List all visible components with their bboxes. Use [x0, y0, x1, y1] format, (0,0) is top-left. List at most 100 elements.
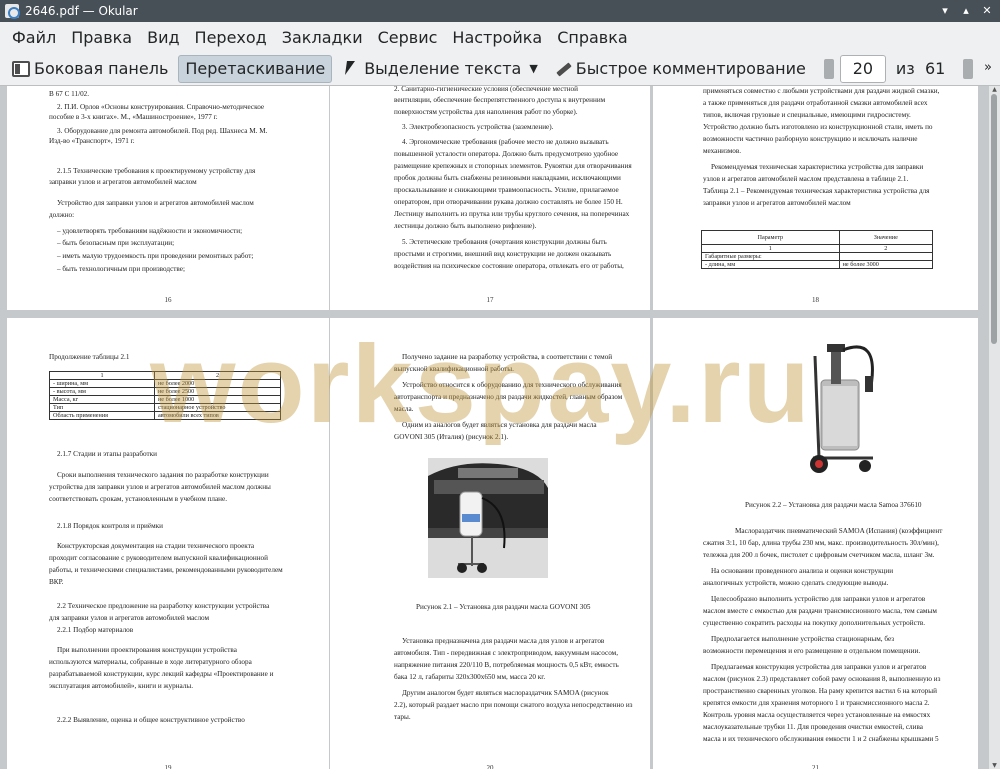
- figure-caption: Рисунок 2.2 – Установка для раздачи масл…: [745, 501, 922, 509]
- document-viewport[interactable]: В 67 С 11/02. 2. П.И. Орлов «Основы конс…: [0, 86, 1000, 769]
- page-number: 17: [486, 296, 494, 304]
- cursor-icon: [342, 61, 360, 77]
- page-text: Устройство для заправки узлов и агрегато…: [57, 199, 254, 207]
- page-text: 3. Оборудование для ремонта автомобилей.…: [57, 127, 268, 135]
- page-text: При выполнении проектирования конструкци…: [57, 646, 237, 654]
- sidebar-toggle-label: Боковая панель: [34, 59, 169, 78]
- browse-tool-label: Перетаскивание: [185, 59, 326, 78]
- table-cell: не более 1000: [153, 395, 282, 404]
- table-row: Масса, кг не более 1000: [49, 395, 282, 404]
- page-text: сжатия 3:1, 10 бар, длина трубы 230 мм, …: [703, 539, 939, 547]
- table-row: Область применения автомобили всех типов: [49, 411, 282, 420]
- table-cell: Значение: [838, 230, 934, 245]
- page-text: разрабатываемой конструкции, курс лекций…: [49, 670, 274, 678]
- page-text: 2.2 Техническое предложение на разработк…: [57, 602, 270, 610]
- page-number: 21: [812, 764, 819, 769]
- page-text: Изд-во «Транспорт», 1971 г.: [49, 137, 135, 145]
- page-text: Устройство должно быть изготовлено из ко…: [703, 123, 933, 131]
- page-text: Предлагаемая конструкция устройства для …: [711, 663, 927, 671]
- page-text: Целесообразно выполнить устройство для з…: [711, 595, 926, 603]
- page-text: простыми и строгими, внешний вид констру…: [394, 250, 612, 258]
- browse-tool-button[interactable]: Перетаскивание: [178, 54, 333, 83]
- menu-settings[interactable]: Настройка: [446, 28, 548, 47]
- menu-bookmarks[interactable]: Закладки: [276, 28, 369, 47]
- page-text: Контроль уровня масла осуществляется чер…: [703, 711, 931, 719]
- page-text: возможности частично разборную конструкц…: [703, 135, 918, 143]
- page-text: 2.2.2 Выявление, оценка и общее конструк…: [57, 716, 245, 724]
- page-number: 18: [812, 296, 819, 304]
- title-bar: 2646.pdf — Okular ▾ ▴ ✕: [0, 0, 1000, 22]
- page-text: 3. Электробезопасность устройства (зазем…: [402, 123, 554, 131]
- vertical-scrollbar[interactable]: ▲ ▼: [989, 86, 1000, 769]
- table-cell: - ширина, мм: [49, 379, 155, 388]
- table-cell: 2: [153, 371, 282, 380]
- page-text: заправки узлов и агрегатов автомобилей м…: [703, 199, 851, 207]
- page-text: эксплуатация автомобилей», книги и журна…: [49, 682, 193, 690]
- page-text: типов, включая грузовые и специальные, и…: [703, 111, 911, 119]
- page-text: тележка для 200 л бочек, пистолет с цифр…: [703, 551, 935, 559]
- page-text: размещение крепежных и стопорных элемент…: [394, 162, 632, 170]
- text-selection-tool-button[interactable]: Выделение текста ▼: [336, 55, 544, 83]
- page-text: проскальзывание и снижающими травмоопасн…: [394, 186, 619, 194]
- page-text: Таблица 2.1 – Рекомендуемая техническая …: [703, 187, 930, 195]
- menu-tools[interactable]: Сервис: [372, 28, 444, 47]
- page-number: 16: [164, 296, 172, 304]
- table-row: 12: [701, 244, 934, 253]
- minimize-icon[interactable]: ▾: [936, 2, 954, 20]
- spec-table-continued: 12 - ширина, мм не более 2000 - высота, м…: [49, 371, 282, 420]
- page-text: оператором, при отворачивании рукава дол…: [394, 198, 623, 206]
- table-continuation-title: Продолжение таблицы 2.1: [49, 353, 130, 361]
- toolbar-overflow-icon[interactable]: »: [984, 60, 992, 75]
- sidebar-icon: [12, 60, 30, 77]
- menu-file[interactable]: Файл: [6, 28, 62, 47]
- scroll-down-icon[interactable]: ▼: [990, 762, 999, 769]
- page-text: 2.1.5 Технические требования к проектиру…: [57, 167, 256, 175]
- page-text: масла.: [394, 405, 414, 413]
- page-text: GOVONI 305 (Италия) (рисунок 2.1).: [394, 433, 509, 441]
- page-text: Установка предназначена для раздачи масл…: [402, 637, 605, 645]
- page-text: заправки узлов и агрегатов автомобилей м…: [49, 178, 197, 186]
- page-text: автомобиля. Тип - передвижная с электроп…: [394, 649, 618, 657]
- next-page-icon[interactable]: [963, 58, 974, 79]
- page-text: возможности перемещения и его размещение…: [703, 647, 921, 655]
- menu-edit[interactable]: Правка: [65, 28, 138, 47]
- page-text: маслом вместе с емкостью для раздачи тра…: [703, 607, 937, 615]
- table-row: Габаритные размеры:: [701, 252, 934, 261]
- scroll-up-icon[interactable]: ▲: [990, 86, 999, 93]
- page-number: 20: [486, 764, 494, 769]
- page-text: аналогичных устройств, можно сделать сле…: [703, 579, 889, 587]
- table-cell: [838, 252, 934, 261]
- page-text: используются материалы, собранные в ходе…: [49, 658, 252, 666]
- quick-annotation-button[interactable]: Быстрое комментирование: [548, 55, 812, 83]
- page-text: соответствовать срокам, установленным в …: [49, 495, 228, 503]
- table-cell: стационарное устройство: [153, 403, 282, 412]
- page-text: бака 12 л, габариты 320х300х650 мм, масс…: [394, 673, 546, 681]
- menu-help[interactable]: Справка: [551, 28, 634, 47]
- page-16: В 67 С 11/02. 2. П.И. Орлов «Основы конс…: [7, 86, 329, 310]
- page-text: На основании проведенного анализа и оцен…: [711, 567, 894, 575]
- page-number-input[interactable]: 20: [839, 54, 886, 83]
- page-text: пособие в 3-х книгах». М., «Машиностроен…: [49, 113, 218, 121]
- menu-bar: Файл Правка Вид Переход Закладки Сервис …: [0, 22, 1000, 52]
- page-text: пробок должны быть снабжены резиновыми н…: [394, 174, 621, 182]
- previous-page-icon[interactable]: [823, 58, 834, 79]
- page-text: Устройство относится к оборудованию для …: [402, 381, 622, 389]
- menu-go[interactable]: Переход: [189, 28, 273, 47]
- page-text: Рекомендуемая техническая характеристика…: [711, 163, 924, 171]
- chevron-down-icon[interactable]: ▼: [529, 62, 537, 75]
- page-text: – удовлетворять требованиям надёжности и…: [57, 227, 243, 235]
- page-text: применяться совместно с любыми устройств…: [703, 87, 940, 95]
- page-text: выпускной квалификационной работы.: [394, 365, 514, 373]
- page-text: повышенной усталости оператора. Должно б…: [394, 150, 619, 158]
- close-icon[interactable]: ✕: [978, 2, 996, 20]
- page-text: маслом (рисунок 2.3) представляет собой …: [703, 675, 941, 683]
- table-cell: - высота, мм: [49, 387, 155, 396]
- sidebar-toggle-button[interactable]: Боковая панель: [6, 55, 174, 83]
- page-text: – иметь малую трудоемкость при проведени…: [57, 252, 254, 260]
- page-text: пространственно сваренных уголков. На ра…: [703, 687, 937, 695]
- page-text: воздействия на психическое состояние опе…: [394, 262, 624, 270]
- maximize-icon[interactable]: ▴: [957, 2, 975, 20]
- scrollbar-thumb[interactable]: [991, 94, 997, 344]
- menu-view[interactable]: Вид: [141, 28, 185, 47]
- page-text: проходит согласование с руководителем вы…: [49, 554, 268, 562]
